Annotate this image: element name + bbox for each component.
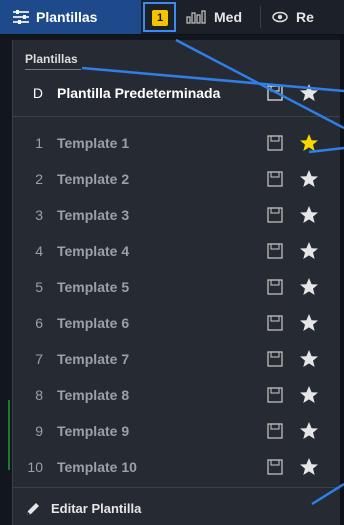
row-index: 6	[35, 315, 43, 331]
templates-menu-button[interactable]: Plantillas	[0, 0, 141, 34]
edit-template-label: Editar Plantilla	[51, 501, 142, 516]
template-row[interactable]: 4 Template 4	[13, 234, 344, 268]
eye-icon	[272, 11, 288, 23]
re-menu-button[interactable]: Re	[272, 0, 314, 34]
template-row[interactable]: 7 Template 7	[13, 342, 344, 376]
sliders-icon	[12, 9, 30, 25]
template-row[interactable]: 3 Template 3	[13, 198, 344, 232]
template-row[interactable]: 2 Template 2	[13, 162, 344, 196]
row-index: 9	[35, 423, 43, 439]
save-icon[interactable]	[267, 171, 283, 187]
star-icon[interactable]	[299, 421, 319, 441]
left-background	[0, 34, 12, 525]
star-icon[interactable]	[299, 277, 319, 297]
star-icon[interactable]	[299, 313, 319, 333]
save-icon[interactable]	[267, 459, 283, 475]
row-index: 5	[35, 279, 43, 295]
pencil-icon	[25, 501, 41, 517]
save-icon[interactable]	[267, 423, 283, 439]
active-template-badge: 1	[152, 10, 168, 26]
save-icon[interactable]	[267, 387, 283, 403]
right-edge	[340, 34, 344, 525]
row-index: 8	[35, 387, 43, 403]
template-row[interactable]: 10 Template 10	[13, 450, 344, 484]
template-row[interactable]: 6 Template 6	[13, 306, 344, 340]
row-index: 7	[35, 351, 43, 367]
star-icon[interactable]	[299, 169, 319, 189]
section-divider	[13, 487, 344, 488]
template-row[interactable]: 5 Template 5	[13, 270, 344, 304]
star-icon[interactable]	[299, 133, 319, 153]
default-template-row[interactable]: D Plantilla Predeterminada	[13, 76, 344, 110]
save-icon[interactable]	[267, 243, 283, 259]
templates-menu-label: Plantillas	[36, 9, 98, 25]
chart-fragment	[8, 400, 10, 470]
row-index: 3	[35, 207, 43, 223]
title-underline	[25, 69, 81, 70]
star-icon[interactable]	[299, 241, 319, 261]
row-index: 4	[35, 243, 43, 259]
row-index: 10	[27, 459, 43, 475]
row-index: D	[32, 85, 43, 101]
toolbar-divider	[260, 6, 261, 28]
star-icon[interactable]	[299, 349, 319, 369]
templates-dropdown: Plantillas D Plantilla Predeterminada 1T…	[12, 40, 344, 525]
star-icon[interactable]	[299, 457, 319, 477]
template-row[interactable]: 8 Template 8	[13, 378, 344, 412]
re-menu-label: Re	[296, 9, 314, 25]
save-icon[interactable]	[267, 279, 283, 295]
med-menu-button[interactable]: Med	[186, 0, 242, 34]
template-row[interactable]: 9 Template 9	[13, 414, 344, 448]
section-divider	[13, 116, 344, 117]
star-icon[interactable]	[299, 205, 319, 225]
star-icon[interactable]	[299, 385, 319, 405]
row-index: 2	[35, 171, 43, 187]
bar-chart-icon	[186, 10, 208, 24]
row-index: 1	[35, 135, 43, 151]
save-icon[interactable]	[267, 85, 283, 101]
save-icon[interactable]	[267, 315, 283, 331]
active-template-badge-highlight[interactable]: 1	[143, 2, 176, 32]
med-menu-label: Med	[214, 9, 242, 25]
star-icon[interactable]	[299, 83, 319, 103]
template-row[interactable]: 1 Template 1	[13, 126, 344, 160]
dropdown-title: Plantillas	[25, 52, 78, 66]
save-icon[interactable]	[267, 351, 283, 367]
top-toolbar: Plantillas 1 Med Re	[0, 0, 344, 35]
save-icon[interactable]	[267, 207, 283, 223]
edit-template-button[interactable]: Editar Plantilla	[13, 492, 344, 525]
save-icon[interactable]	[267, 135, 283, 151]
